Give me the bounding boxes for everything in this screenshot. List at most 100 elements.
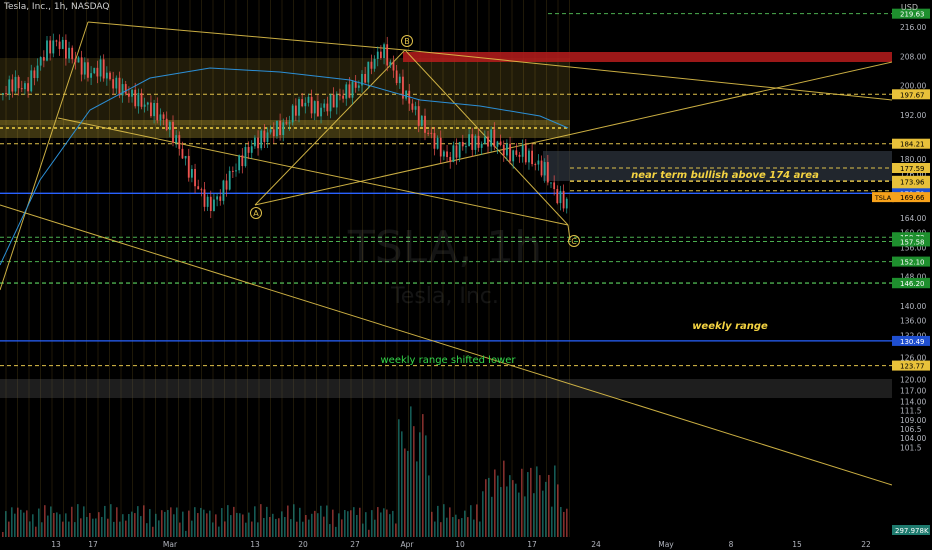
candle-body — [61, 39, 64, 49]
watermark-name: Tesla, Inc. — [390, 284, 499, 309]
volume-bar — [365, 512, 367, 540]
volume-bar — [167, 510, 169, 540]
candle-body — [439, 137, 442, 157]
x-tick-label: Mar — [163, 540, 178, 549]
volume-bar — [476, 504, 478, 540]
candle-body — [172, 121, 174, 143]
candle-body — [449, 157, 452, 162]
candle-body — [93, 67, 96, 74]
candle-body — [395, 70, 398, 84]
volume-bar — [5, 511, 7, 540]
volume-bar — [443, 504, 445, 540]
candle-body — [105, 72, 108, 79]
candle-body — [269, 129, 272, 133]
candle-body — [550, 182, 552, 184]
y-tick-label: 140.00 — [900, 302, 926, 311]
volume-bar — [248, 512, 250, 540]
candle-body — [87, 62, 89, 78]
volume-bar — [323, 516, 325, 540]
x-tick-label: 17 — [88, 540, 98, 549]
current-symbol-tag: TSLA — [874, 194, 892, 202]
candle-body — [263, 130, 266, 142]
candle-body — [74, 59, 77, 63]
y-tick-label: 136.00 — [900, 317, 926, 326]
volume-bar — [20, 509, 22, 540]
candle-body — [191, 168, 193, 178]
chart-header: Tesla, Inc., 1h, NASDAQ — [4, 2, 109, 12]
volume-bar — [503, 460, 505, 540]
candle-body — [433, 133, 436, 149]
volume-bar — [551, 506, 553, 540]
candle-body — [455, 145, 458, 158]
volume-bar — [371, 510, 373, 540]
wave-letter: B — [404, 37, 410, 46]
volume-bar — [83, 506, 85, 540]
candle-body — [250, 146, 253, 153]
volume-bar — [326, 505, 328, 540]
interval-label[interactable]: 1h — [54, 2, 65, 12]
price-tag: 173.96 — [892, 176, 930, 187]
y-tick-label: 104.00 — [900, 434, 926, 443]
candle-body — [313, 101, 316, 114]
volume-bar — [254, 506, 256, 540]
volume-bar — [293, 504, 295, 540]
candle-body — [531, 150, 533, 165]
volume-bar — [11, 507, 13, 540]
price-tag: 177.59 — [892, 163, 930, 174]
volume-bar — [170, 507, 172, 540]
volume-bar — [446, 517, 448, 540]
price-tag-text: 169.66 — [900, 194, 925, 202]
candle-body — [178, 135, 181, 149]
candle-body — [446, 151, 448, 158]
candle-body — [83, 62, 86, 75]
candle-body — [153, 102, 155, 117]
volume-bar — [563, 511, 565, 540]
candle-body — [90, 73, 92, 78]
candle-body — [206, 196, 209, 207]
volume-bar — [200, 507, 202, 540]
volume-bar — [233, 506, 235, 540]
volume-bar — [341, 519, 343, 540]
volume-bar — [500, 487, 502, 540]
candle-body — [506, 143, 508, 156]
volume-bar — [80, 518, 82, 540]
wave-letter: C — [571, 237, 577, 246]
volume-bar — [536, 466, 538, 540]
volume-bar — [77, 504, 79, 540]
volume-bar — [467, 517, 469, 540]
volume-bar — [44, 505, 46, 540]
candle-body — [285, 122, 288, 124]
volume-bar — [449, 507, 451, 540]
candle-body — [480, 143, 483, 148]
volume-bar — [455, 514, 457, 540]
trendline — [87, 21, 406, 51]
candle-body — [294, 105, 297, 116]
candle-body — [430, 132, 433, 134]
price-tag-text: 123.77 — [900, 363, 925, 371]
candle-body — [77, 57, 80, 63]
candle-body — [465, 146, 467, 148]
x-tick-label: 24 — [591, 540, 601, 549]
candle-body — [499, 141, 502, 145]
volume-bar — [431, 511, 433, 540]
volume-bar — [338, 513, 340, 540]
price-chart[interactable]: TSLA, 1h Tesla, Inc. A B Cnear term bullish … — [0, 0, 932, 550]
candle-body — [452, 145, 455, 162]
candle-body — [490, 129, 493, 147]
candle-body — [33, 70, 36, 78]
volume-bar — [560, 506, 562, 540]
candle-body — [146, 102, 149, 105]
volume-bar — [71, 506, 73, 540]
volume-bar — [140, 516, 142, 540]
volume-bar — [437, 505, 439, 540]
candle-body — [540, 160, 543, 176]
candle-body — [102, 59, 105, 79]
trendline — [567, 61, 893, 136]
volume-bar — [377, 507, 379, 540]
volume-bar — [215, 514, 217, 540]
volume-bar — [518, 492, 520, 540]
candle-body — [301, 99, 304, 107]
candle-body — [272, 129, 275, 137]
candle-body — [348, 84, 351, 98]
candle-body — [219, 196, 222, 201]
